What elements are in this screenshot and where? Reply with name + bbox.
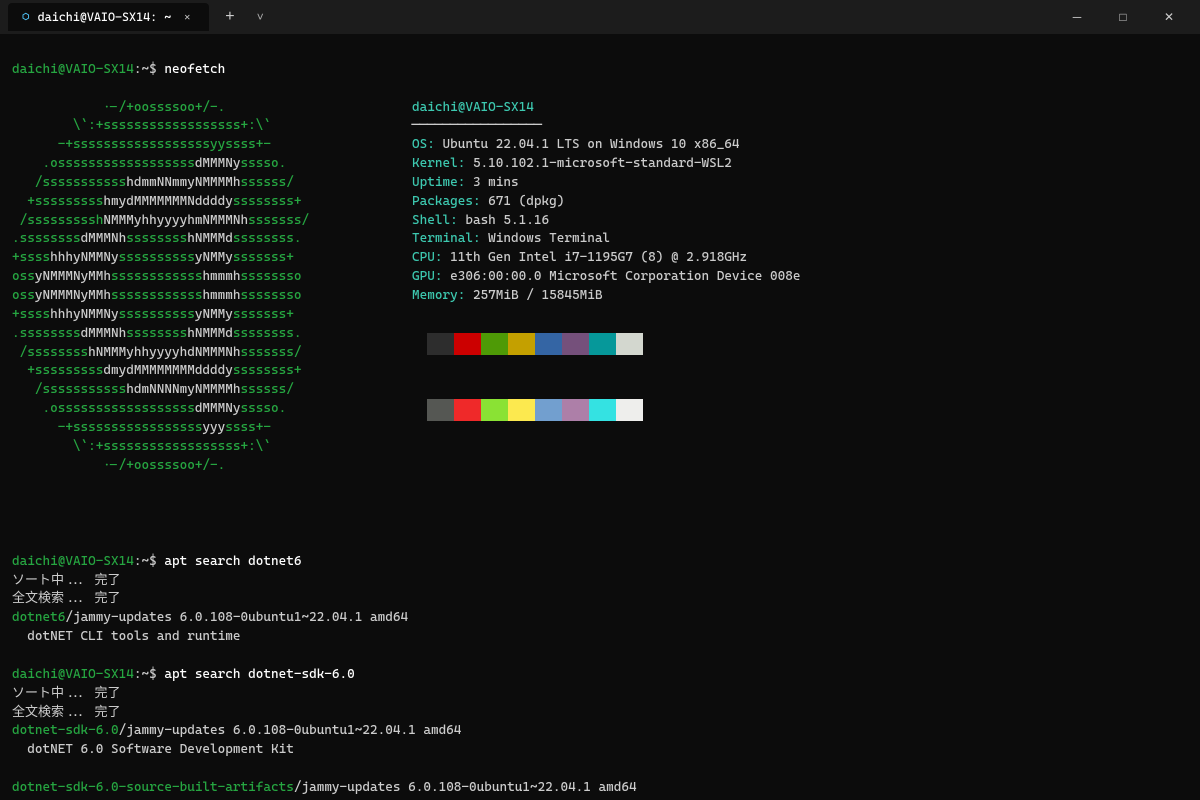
new-tab-button[interactable]: + [217,4,242,30]
close-button[interactable]: ✕ [1146,0,1192,34]
sort-line-2: ソート中... 完了 [12,686,120,701]
command-line-1: daichi@VAIO-SX14:~$ neofetch [12,62,225,77]
neofetch-output: .-/+oossssoo+/-. \`:+ssssssssssssssssss+… [12,80,1188,495]
search-line-2: 全文検索... 完了 [12,705,120,720]
search-line-1: 全文検索... 完了 [12,591,120,606]
pkg2-header: dotnet-sdk-6.0/jammy-updates 6.0.108-0ub… [12,723,461,738]
ascii-art: .-/+oossssoo+/-. \`:+ssssssssssssssssss+… [12,80,412,495]
tab-dropdown-button[interactable]: ˅ [251,6,270,29]
sort-line-1: ソート中... 完了 [12,573,120,588]
terminal-icon: ⬡ [22,10,30,25]
terminal-tab[interactable]: ⬡ daichi@VAIO-SX14: ~ ✕ [8,3,209,31]
command-line-2: daichi@VAIO-SX14:~$ apt search dotnet6 [12,554,301,569]
maximize-button[interactable]: □ [1100,0,1146,34]
window-controls: ─ □ ✕ [1054,0,1192,34]
titlebar: ⬡ daichi@VAIO-SX14: ~ ✕ + ˅ ─ □ ✕ [0,0,1200,34]
pkg1-header: dotnet6/jammy-updates 6.0.108-0ubuntu1~2… [12,610,408,625]
pkg3-header: dotnet-sdk-6.0-source-built-artifacts/ja… [12,780,637,795]
neofetch-info: daichi@VAIO-SX14 ───────────────── OS: U… [412,80,800,495]
color-swatches [427,333,643,355]
tab-label: daichi@VAIO-SX14: ~ [38,10,172,24]
command-line-3: daichi@VAIO-SX14:~$ apt search dotnet-sd… [12,667,355,682]
tab-close-button[interactable]: ✕ [179,9,195,25]
color-swatches-bright [427,399,643,421]
terminal-content[interactable]: daichi@VAIO-SX14:~$ neofetch .-/+oosssso… [0,34,1200,800]
minimize-button[interactable]: ─ [1054,0,1100,34]
user-host-display: daichi@VAIO-SX14 [412,100,534,115]
pkg2-desc: dotNET 6.0 Software Development Kit [12,742,294,757]
separator-line: ───────────────── [412,118,542,133]
pkg1-desc: dotNET CLI tools and runtime [12,629,241,644]
